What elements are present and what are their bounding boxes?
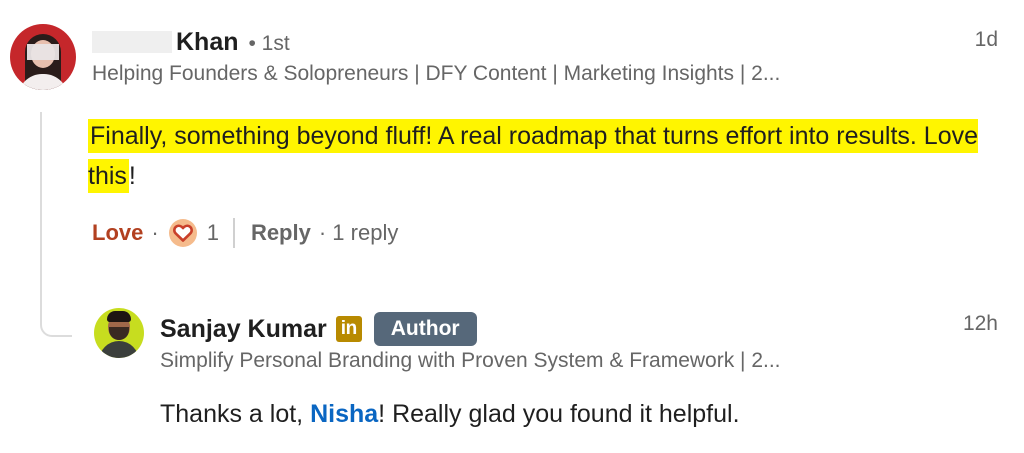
- reply-timestamp: 12h: [962, 312, 998, 335]
- author-badge: Author: [373, 312, 477, 346]
- redacted-first-name: [92, 31, 172, 53]
- mention-link[interactable]: Nisha: [310, 400, 378, 428]
- commenter-name[interactable]: Khan • 1st: [92, 28, 290, 60]
- reply-author-headline: Simplify Personal Branding with Proven S…: [160, 349, 781, 372]
- highlighted-comment-text: Finally, something beyond fluff! A real …: [88, 119, 979, 193]
- commenter-avatar[interactable]: [10, 24, 76, 90]
- reply-text: Thanks a lot, Nisha! Really glad you fou…: [160, 400, 740, 429]
- reply-text-start: Thanks a lot,: [160, 400, 311, 428]
- connection-degree: • 1st: [248, 32, 290, 55]
- reply-author-row: Sanjay Kumar in Author: [160, 312, 477, 346]
- thread-connector-line: [40, 112, 72, 337]
- reply-text-end: ! Really glad you found it helpful.: [378, 400, 740, 428]
- comment-text: Finally, something beyond fluff! A real …: [88, 116, 998, 196]
- love-reaction-button[interactable]: Love: [92, 220, 143, 246]
- actions-divider: [232, 218, 235, 248]
- comment-text-end: !: [128, 162, 136, 190]
- reply-count-link[interactable]: · 1 reply: [319, 220, 398, 246]
- comment-timestamp: 1d: [974, 28, 998, 51]
- linkedin-premium-icon: in: [335, 316, 362, 342]
- reaction-count[interactable]: 1: [207, 220, 219, 246]
- reply-button[interactable]: Reply: [251, 220, 311, 246]
- commenter-headline: Helping Founders & Solopreneurs | DFY Co…: [92, 62, 781, 85]
- reply-author-name[interactable]: Sanjay Kumar: [160, 315, 327, 344]
- privacy-blur: [27, 44, 59, 60]
- comment-actions: Love · 1 Reply · 1 reply: [92, 218, 398, 248]
- commenter-last-name[interactable]: Khan: [176, 28, 239, 57]
- heart-icon[interactable]: [168, 219, 197, 247]
- reply-author-avatar[interactable]: [94, 308, 144, 358]
- separator-dot: ·: [151, 220, 159, 245]
